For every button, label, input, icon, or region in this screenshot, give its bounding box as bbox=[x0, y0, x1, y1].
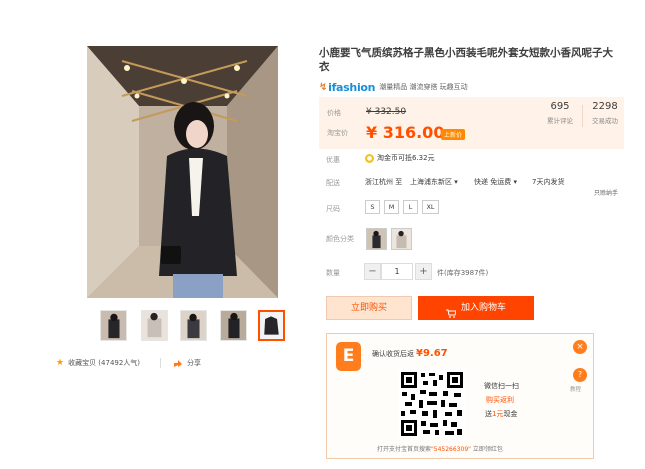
divider bbox=[160, 358, 162, 368]
cash-bonus-suffix: 现金 bbox=[503, 410, 518, 418]
tutorial-link[interactable]: 教程 bbox=[570, 385, 581, 393]
close-icon[interactable]: × bbox=[573, 340, 587, 354]
share-button[interactable]: 分享 bbox=[187, 358, 201, 368]
reviews-count: 695 bbox=[550, 101, 570, 112]
quantity-label: 数量 bbox=[326, 269, 340, 277]
add-to-cart-label: 加入购物车 bbox=[460, 303, 506, 313]
wechat-scan-text: 微信扫一扫 bbox=[484, 382, 519, 390]
original-price: ¥ 332.50 bbox=[366, 107, 407, 117]
cash-bonus-amount: 1元 bbox=[492, 410, 504, 418]
coin-offer[interactable]: ● 淘金币可抵6.32元 bbox=[365, 153, 435, 163]
brand-name: ifashion bbox=[328, 80, 376, 94]
cash-bonus-prefix: 送 bbox=[485, 410, 492, 418]
size-option-xl[interactable]: XL bbox=[422, 200, 439, 214]
cart-icon bbox=[445, 304, 457, 318]
shipping-select[interactable]: 快递 免运费 ▾ bbox=[474, 177, 517, 187]
price-label: 价格 bbox=[327, 109, 341, 117]
promo-price: ¥ 316.00 bbox=[366, 123, 445, 142]
size-option-s[interactable]: S bbox=[365, 200, 380, 214]
size-option-m[interactable]: M bbox=[384, 200, 399, 214]
quantity-input[interactable]: 1 bbox=[381, 263, 413, 280]
product-title: 小鹿要飞气质缤苏格子黑色小西装毛呢外套女短款小香风呢子大衣 bbox=[319, 47, 613, 73]
stock-text: 件(库存3987件) bbox=[437, 269, 489, 277]
delivery-from: 浙江杭州 至 bbox=[365, 178, 403, 186]
reviews-stat[interactable]: 695 累计评论 bbox=[538, 101, 582, 125]
thumbnail-2[interactable] bbox=[141, 310, 168, 341]
ifashion-mark-icon: ↯ bbox=[319, 81, 328, 93]
quantity-increment-button[interactable]: + bbox=[415, 263, 432, 280]
sales-stat: 2298 交易成功 bbox=[583, 101, 627, 125]
offers-label: 优惠 bbox=[326, 156, 340, 164]
star-icon[interactable]: ★ bbox=[56, 358, 64, 368]
coin-offer-text: 淘金币可抵6.32元 bbox=[377, 154, 435, 162]
purchase-rebate-text: 购买返利 bbox=[486, 396, 514, 404]
thumbnail-strip bbox=[100, 310, 290, 342]
alipay-hint-prefix: 打开支付宝首页搜索 bbox=[377, 446, 432, 453]
color-label: 颜色分类 bbox=[326, 235, 354, 243]
cashback-heading-text: 确认收货后返 bbox=[372, 350, 414, 358]
brand-row: ↯ ifashion 潮量精品 潮流穿搭 玩趣互动 bbox=[319, 80, 468, 94]
alipay-hint: 打开支付宝首页搜索"545266309" 立即领红包 bbox=[377, 444, 503, 453]
thumbnail-3[interactable] bbox=[180, 310, 207, 341]
reviews-label: 累计评论 bbox=[547, 117, 573, 125]
guarantee-text: 只赊纳手 bbox=[594, 190, 619, 197]
ifashion-logo[interactable]: ↯ ifashion bbox=[319, 80, 376, 94]
quantity-decrement-button[interactable]: − bbox=[364, 263, 381, 280]
favorite-button[interactable]: 收藏宝贝 (47492人气) bbox=[68, 358, 140, 368]
size-label: 尺码 bbox=[326, 205, 340, 213]
thumbnail-5[interactable] bbox=[258, 310, 285, 341]
delivery-to-select[interactable]: 上海浦东新区 ▾ bbox=[410, 177, 458, 187]
e-logo-icon: E bbox=[336, 342, 361, 371]
add-to-cart-button[interactable]: 加入购物车 bbox=[418, 296, 534, 320]
color-option-2[interactable] bbox=[391, 228, 412, 250]
thumbnail-4[interactable] bbox=[220, 310, 247, 341]
share-icon[interactable] bbox=[173, 359, 183, 368]
alipay-search-code[interactable]: "545266309" bbox=[431, 446, 471, 453]
promo-tag: 上新价 bbox=[441, 129, 466, 140]
qr-code bbox=[399, 370, 465, 438]
cashback-heading: 确认收货后返 ¥9.67 bbox=[372, 348, 448, 359]
thumbnail-1[interactable] bbox=[100, 310, 127, 341]
cashback-card: E 确认收货后返 ¥9.67 × ? 教程 微信扫一扫 购买返利 送1元现金 打… bbox=[326, 333, 594, 459]
sales-count: 2298 bbox=[592, 101, 618, 112]
main-product-photo[interactable] bbox=[87, 46, 278, 298]
alipay-hint-suffix: 立即领红包 bbox=[470, 446, 503, 453]
delivery-label: 配送 bbox=[326, 179, 340, 187]
favorite-share-row: ★ 收藏宝贝 (47492人气) 分享 bbox=[56, 356, 201, 370]
dispatch-time: 7天内发货 bbox=[532, 178, 565, 186]
color-option-1[interactable] bbox=[366, 228, 387, 250]
cash-bonus-text: 送1元现金 bbox=[485, 409, 517, 419]
price-box: 价格 ¥ 332.50 淘宝价 ¥ 316.00 上新价 695 累计评论 22… bbox=[319, 97, 624, 149]
help-icon[interactable]: ? bbox=[573, 368, 587, 382]
buy-now-button[interactable]: 立即购买 bbox=[326, 296, 412, 320]
sales-label: 交易成功 bbox=[592, 117, 618, 125]
brand-tags: 潮量精品 潮流穿搭 玩趣互动 bbox=[379, 83, 468, 91]
cashback-amount: ¥9.67 bbox=[416, 348, 448, 359]
size-option-l[interactable]: L bbox=[403, 200, 418, 214]
coin-icon: ● bbox=[365, 153, 374, 163]
promo-price-label: 淘宝价 bbox=[327, 129, 348, 137]
